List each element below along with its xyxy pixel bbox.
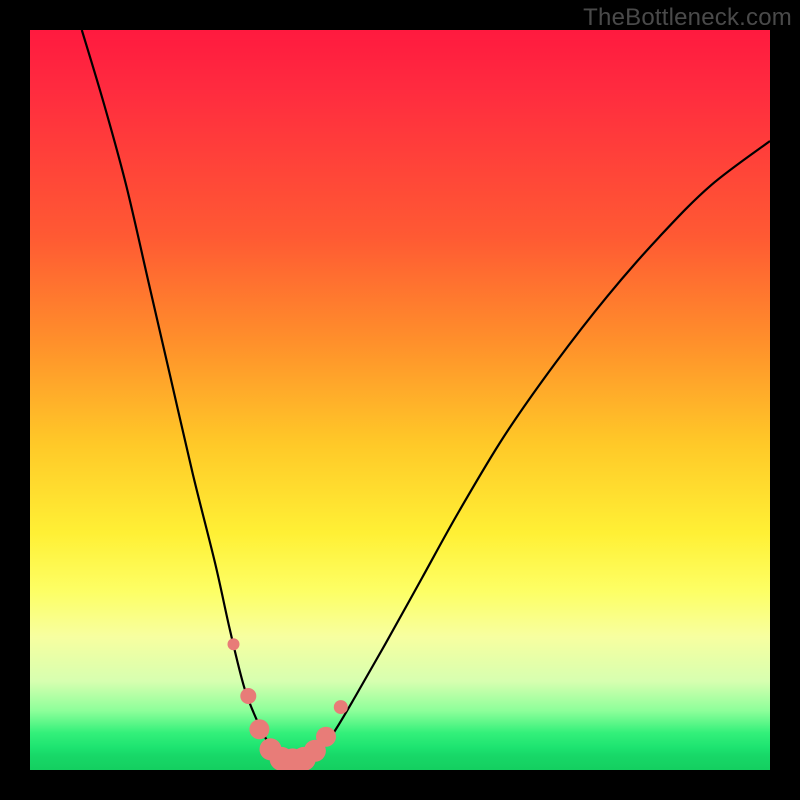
curve-marker <box>270 747 294 770</box>
curve-marker <box>240 688 256 704</box>
curve-marker <box>304 740 326 762</box>
chart-frame: TheBottleneck.com <box>0 0 800 800</box>
curve-marker <box>260 738 282 760</box>
bottleneck-curve-path <box>82 30 770 762</box>
curve-marker <box>334 700 348 714</box>
curve-markers <box>228 638 348 770</box>
curve-marker <box>249 719 269 739</box>
plot-area <box>30 30 770 770</box>
curve-marker <box>281 748 305 770</box>
curve-marker <box>228 638 240 650</box>
bottleneck-curve <box>82 30 770 762</box>
curve-svg <box>30 30 770 770</box>
curve-marker <box>292 747 316 770</box>
curve-marker <box>316 727 336 747</box>
watermark-text: TheBottleneck.com <box>583 4 792 32</box>
